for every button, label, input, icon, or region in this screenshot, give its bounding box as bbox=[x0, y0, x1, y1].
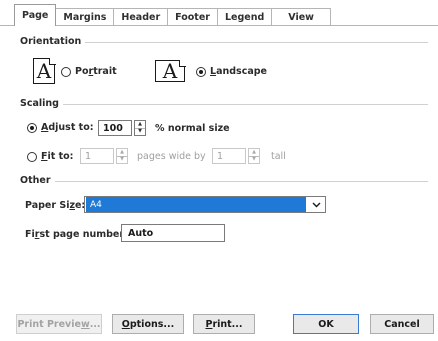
landscape-radio[interactable] bbox=[196, 66, 206, 77]
adjust-to-input[interactable]: 100 bbox=[98, 120, 132, 136]
landscape-radio-option[interactable]: Landscape bbox=[196, 66, 267, 77]
tab-footer[interactable]: Footer bbox=[168, 8, 218, 26]
adjust-to-spinner[interactable]: 100 ▲ ▼ bbox=[98, 120, 146, 136]
orientation-divider bbox=[76, 42, 428, 43]
down-arrow-icon[interactable]: ▼ bbox=[249, 155, 259, 164]
fit-to-label: Fit to: bbox=[41, 151, 74, 162]
adjust-to-label: Adjust to: bbox=[41, 122, 94, 133]
first-page-number-label: First page number: bbox=[25, 229, 128, 240]
fit-to-radio[interactable] bbox=[27, 151, 37, 162]
tab-header[interactable]: Header bbox=[114, 8, 169, 26]
adjust-to-radio-option[interactable]: Adjust to: bbox=[27, 122, 94, 133]
portrait-label: Portrait bbox=[75, 66, 117, 77]
paper-size-select[interactable]: A4 bbox=[84, 196, 326, 213]
options-button[interactable]: Options... bbox=[112, 314, 184, 334]
other-divider bbox=[50, 181, 428, 182]
down-arrow-icon[interactable]: ▼ bbox=[117, 155, 127, 164]
tab-legend[interactable]: Legend bbox=[217, 8, 273, 26]
portrait-radio-option[interactable]: Portrait bbox=[61, 66, 117, 77]
tall-spinner[interactable]: 1 ▲ ▼ bbox=[212, 148, 260, 164]
cancel-button[interactable]: Cancel bbox=[370, 314, 434, 334]
pages-wide-spin-buttons: ▲ ▼ bbox=[116, 148, 128, 164]
tab-page[interactable]: Page bbox=[14, 4, 57, 26]
paper-size-value: A4 bbox=[86, 197, 306, 212]
tab-margins[interactable]: Margins bbox=[56, 8, 115, 26]
landscape-icon: A bbox=[155, 59, 186, 83]
tab-view[interactable]: View bbox=[272, 8, 331, 26]
tall-input[interactable]: 1 bbox=[212, 148, 246, 164]
orientation-group-label: Orientation bbox=[20, 36, 86, 47]
chevron-down-icon[interactable] bbox=[307, 202, 325, 208]
pages-wide-spinner[interactable]: 1 ▲ ▼ bbox=[80, 148, 128, 164]
tall-label: tall bbox=[271, 151, 286, 162]
normal-size-suffix: % normal size bbox=[155, 123, 230, 134]
tab-panel-divider bbox=[0, 25, 438, 26]
pages-wide-label: pages wide by bbox=[137, 151, 206, 162]
other-group-label: Other bbox=[20, 175, 55, 186]
print-preview-button[interactable]: Print Previe w... bbox=[16, 314, 102, 334]
paper-size-label: Paper Size: bbox=[25, 200, 86, 211]
page-fold-icon bbox=[178, 59, 186, 67]
tall-spin-buttons: ▲ ▼ bbox=[248, 148, 260, 164]
print-button[interactable]: Print... bbox=[193, 314, 255, 334]
pages-wide-input[interactable]: 1 bbox=[80, 148, 114, 164]
first-page-number-input[interactable]: Auto bbox=[121, 224, 225, 242]
adjust-to-spin-buttons: ▲ ▼ bbox=[134, 120, 146, 136]
ok-button[interactable]: OK bbox=[293, 314, 359, 334]
page-fold-icon bbox=[48, 57, 56, 65]
fit-to-radio-option[interactable]: Fit to: bbox=[27, 151, 73, 162]
landscape-icon-glyph: A bbox=[162, 59, 178, 83]
page-setup-dialog: Page Margins Header Footer Legend View O… bbox=[0, 0, 438, 341]
landscape-label: Landscape bbox=[210, 66, 267, 77]
down-arrow-icon[interactable]: ▼ bbox=[135, 127, 145, 136]
portrait-radio[interactable] bbox=[61, 66, 71, 77]
portrait-icon: A bbox=[33, 57, 56, 84]
adjust-to-radio[interactable] bbox=[27, 122, 37, 133]
scaling-divider bbox=[58, 104, 428, 105]
tab-strip: Page Margins Header Footer Legend View bbox=[14, 4, 331, 26]
chevron-down-icon-svg bbox=[312, 202, 320, 207]
scaling-group-label: Scaling bbox=[20, 98, 63, 109]
